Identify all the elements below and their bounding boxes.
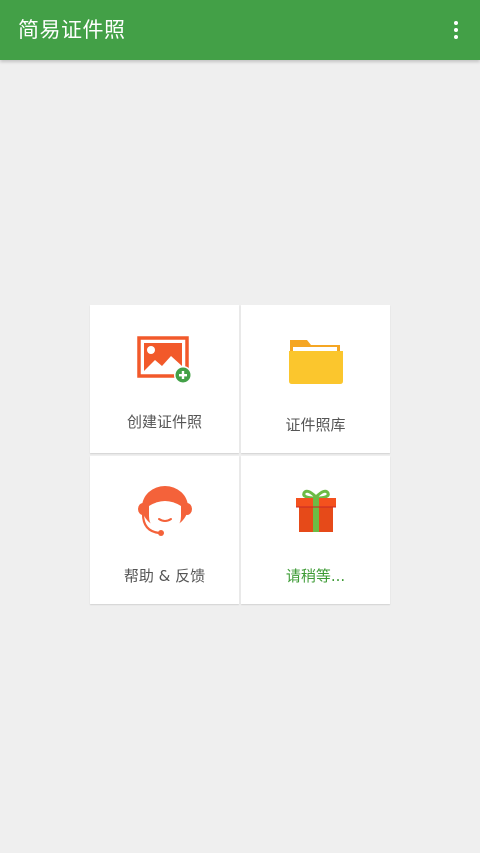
main-menu-grid: 创建证件照 证件照库 帮助 & 反馈 请稍等... [90,305,390,604]
loading-label: 请稍等... [285,567,346,585]
help-feedback-label: 帮助 & 反馈 [123,567,206,585]
app-title: 简易证件照 [18,18,126,42]
folder-icon [241,334,390,386]
help-feedback-card[interactable]: 帮助 & 反馈 [90,456,239,604]
more-vert-icon[interactable] [444,14,468,46]
create-photo-card[interactable]: 创建证件照 [90,305,239,453]
photo-library-card[interactable]: 证件照库 [241,305,390,453]
create-photo-label: 创建证件照 [126,413,202,431]
support-agent-icon [90,484,239,540]
gift-card[interactable]: 请稍等... [241,456,390,604]
image-add-icon [90,335,239,385]
gift-icon [241,488,390,534]
photo-library-label: 证件照库 [285,416,346,434]
app-bar: 简易证件照 [0,0,480,60]
